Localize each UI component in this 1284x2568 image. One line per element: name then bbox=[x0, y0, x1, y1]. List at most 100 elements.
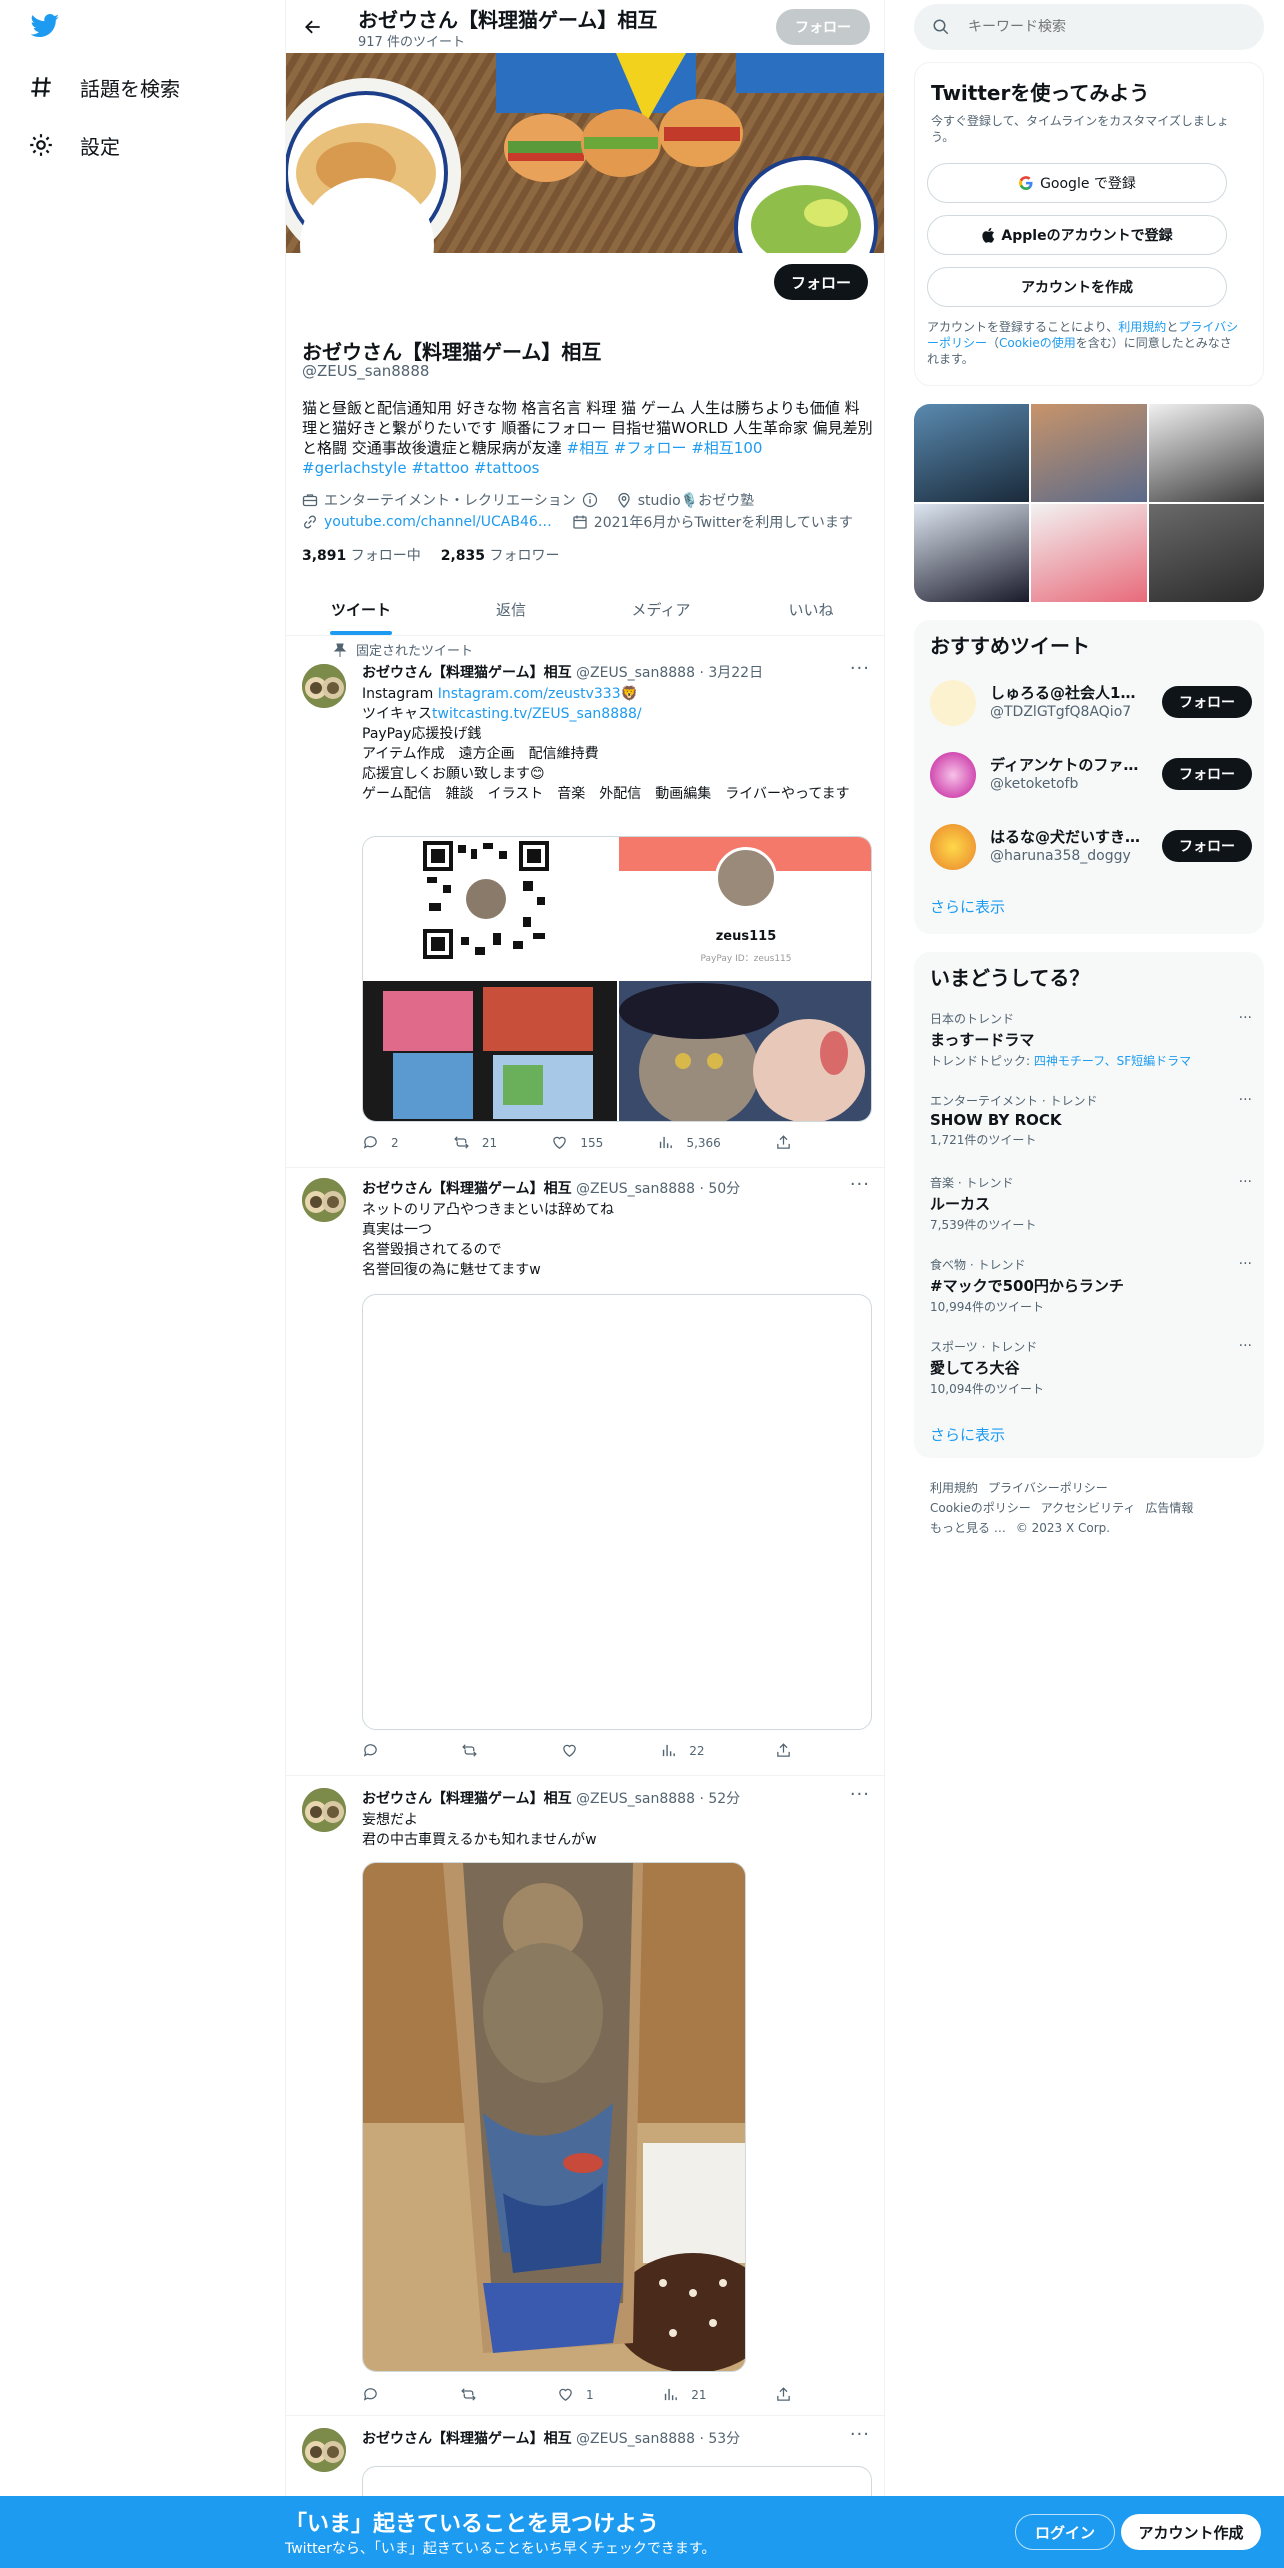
tweet-more-icon[interactable]: ··· bbox=[850, 1784, 870, 1805]
avatar[interactable] bbox=[930, 824, 976, 870]
footer-accessibility-link[interactable]: アクセシビリティ bbox=[1041, 1501, 1136, 1515]
trend-item[interactable]: 食べ物 · トレンド #マックで500円からランチ 10,994件のツイート ·… bbox=[930, 1256, 1252, 1315]
media-thumbnail[interactable] bbox=[1031, 404, 1147, 502]
back-button[interactable] bbox=[296, 10, 330, 44]
tweet-handle-time[interactable]: @ZEUS_san8888 · 53分 bbox=[576, 2431, 740, 2447]
terms-link[interactable]: 利用規約 bbox=[1118, 320, 1166, 334]
recommended-user[interactable]: しゅろる@社会人1… @TDZlGTgfQ8AQio7 フォロー bbox=[930, 672, 1252, 732]
share-button[interactable] bbox=[775, 1742, 792, 1759]
media-thumbnail[interactable] bbox=[914, 504, 1030, 602]
trend-item[interactable]: エンターテイメント · トレンド SHOW BY ROCK 1,721件のツイー… bbox=[930, 1092, 1252, 1148]
tweet-handle-time[interactable]: @ZEUS_san8888 · 3月22日 bbox=[576, 665, 763, 681]
reply-button[interactable]: 2 bbox=[362, 1134, 399, 1151]
tweet-item[interactable]: おゼウさん【料理猫ゲーム】相互 @ZEUS_san8888 · 50分 ··· … bbox=[286, 1168, 884, 1776]
profile-follow-button[interactable]: フォロー bbox=[774, 264, 868, 300]
share-button[interactable] bbox=[775, 1134, 792, 1151]
nav-settings[interactable]: 設定 bbox=[28, 125, 120, 165]
tweet-more-icon[interactable]: ··· bbox=[850, 1174, 870, 1195]
media-thumbnail[interactable] bbox=[1148, 404, 1264, 502]
tweet-item[interactable]: おゼウさん【料理猫ゲーム】相互 @ZEUS_san8888 · 52分 ··· … bbox=[286, 1776, 884, 2416]
topbar-follow-button[interactable]: フォロー bbox=[776, 9, 870, 45]
recommended-user[interactable]: はるな@犬だいすき… @haruna358_doggy フォロー bbox=[930, 816, 1252, 876]
trend-more-icon[interactable]: ··· bbox=[1239, 1092, 1252, 1108]
tweet-handle-time[interactable]: @ZEUS_san8888 · 52分 bbox=[576, 1791, 740, 1807]
tweet-avatar[interactable] bbox=[302, 1178, 346, 1222]
tweet-item[interactable]: おゼウさん【料理猫ゲーム】相互 @ZEUS_san8888 · 3月22日 ··… bbox=[286, 656, 884, 1168]
login-button[interactable]: ログイン bbox=[1015, 2514, 1115, 2550]
follow-button[interactable]: フォロー bbox=[1162, 758, 1252, 790]
avatar[interactable] bbox=[930, 752, 976, 798]
following-link[interactable]: 3,891 フォロー中 bbox=[302, 545, 421, 565]
cat-selfie-photo[interactable] bbox=[619, 981, 871, 1121]
retweet-button[interactable]: 21 bbox=[453, 1134, 497, 1151]
views-button[interactable]: 5,366 bbox=[657, 1134, 721, 1151]
trend-item[interactable]: スポーツ · トレンド 愛してろ大谷 10,094件のツイート ··· bbox=[930, 1338, 1252, 1397]
reply-button[interactable] bbox=[362, 1742, 391, 1759]
like-button[interactable]: 155 bbox=[551, 1134, 603, 1151]
bio-hashtags-2[interactable]: #gerlachstyle #tattoo #tattoos bbox=[302, 459, 539, 477]
tweet-avatar[interactable] bbox=[302, 1788, 346, 1832]
share-button[interactable] bbox=[775, 2386, 792, 2403]
apple-signup-button[interactable]: Appleのアカウントで登録 bbox=[927, 215, 1227, 255]
paypay-profile-image[interactable]: zeus115 PayPay ID：zeus115 bbox=[619, 837, 871, 979]
trends-show-more-link[interactable]: さらに表示 bbox=[930, 1424, 1005, 1445]
show-more-link[interactable]: さらに表示 bbox=[930, 896, 1005, 917]
views-button[interactable]: 21 bbox=[662, 2386, 706, 2403]
recommended-user[interactable]: ディアンケトのファ… @ketoketofb フォロー bbox=[930, 744, 1252, 804]
tweet-more-icon[interactable]: ··· bbox=[850, 658, 870, 679]
trend-topic-link[interactable]: 四神モチーフ、SF短編ドラマ bbox=[1034, 1054, 1191, 1068]
tattoo-photo[interactable] bbox=[362, 1862, 746, 2372]
footer-privacy-link[interactable]: プライバシーポリシー bbox=[988, 1481, 1108, 1495]
footer-more-link[interactable]: もっと見る … bbox=[930, 1521, 1006, 1535]
like-button[interactable] bbox=[561, 1742, 590, 1759]
tweet-link[interactable]: twitcasting.tv/ZEUS_san8888/ bbox=[432, 706, 642, 722]
info-icon[interactable] bbox=[582, 492, 598, 508]
create-account-button[interactable]: アカウントを作成 bbox=[927, 267, 1227, 307]
search-box[interactable] bbox=[914, 4, 1264, 50]
trend-more-icon[interactable]: ··· bbox=[1239, 1338, 1252, 1354]
tweet-media-placeholder[interactable] bbox=[362, 1294, 872, 1730]
footer-cookie-link[interactable]: Cookieのポリシー bbox=[930, 1501, 1031, 1515]
qr-code-image[interactable] bbox=[363, 837, 617, 979]
footer-terms-link[interactable]: 利用規約 bbox=[930, 1481, 978, 1495]
tweet-more-icon[interactable]: ··· bbox=[850, 2424, 870, 2445]
tab-replies[interactable]: 返信 bbox=[436, 583, 586, 635]
profile-url[interactable]: youtube.com/channel/UCAB46… bbox=[324, 514, 552, 530]
bio-hashtags[interactable]: #相互 #フォロー #相互100 bbox=[567, 439, 763, 457]
trend-more-icon[interactable]: ··· bbox=[1239, 1010, 1252, 1026]
nav-explore[interactable]: 話題を検索 bbox=[28, 67, 180, 107]
cards-photo[interactable] bbox=[363, 981, 617, 1121]
tweet-author-name[interactable]: おゼウさん【料理猫ゲーム】相互 bbox=[362, 1181, 572, 1197]
tab-media[interactable]: メディア bbox=[586, 583, 736, 635]
tweet-author-name[interactable]: おゼウさん【料理猫ゲーム】相互 bbox=[362, 2431, 572, 2447]
search-input[interactable] bbox=[968, 19, 1238, 35]
tweet-link[interactable]: Instagram.com/zeustv333 bbox=[438, 686, 621, 702]
tweet-author-name[interactable]: おゼウさん【料理猫ゲーム】相互 bbox=[362, 665, 572, 681]
retweet-button[interactable] bbox=[460, 2386, 489, 2403]
follow-button[interactable]: フォロー bbox=[1162, 686, 1252, 718]
media-thumbnail[interactable] bbox=[914, 404, 1030, 502]
trend-more-icon[interactable]: ··· bbox=[1239, 1256, 1252, 1272]
avatar[interactable] bbox=[930, 680, 976, 726]
tweet-author-name[interactable]: おゼウさん【料理猫ゲーム】相互 bbox=[362, 1791, 572, 1807]
trend-more-icon[interactable]: ··· bbox=[1239, 1174, 1252, 1190]
trend-item[interactable]: 日本のトレンド まっすードラマ トレンドトピック: 四神モチーフ、SF短編ドラマ… bbox=[930, 1010, 1252, 1069]
tweet-avatar[interactable] bbox=[302, 2428, 346, 2472]
reply-button[interactable] bbox=[362, 2386, 391, 2403]
tab-tweets[interactable]: ツイート bbox=[286, 583, 436, 635]
retweet-button[interactable] bbox=[461, 1742, 490, 1759]
views-button[interactable]: 22 bbox=[660, 1742, 705, 1759]
cookie-link[interactable]: Cookieの使用 bbox=[999, 336, 1076, 350]
media-thumbnail[interactable] bbox=[1031, 504, 1147, 602]
like-button[interactable]: 1 bbox=[557, 2386, 594, 2403]
trend-item[interactable]: 音楽 · トレンド ルーカス 7,539件のツイート ··· bbox=[930, 1174, 1252, 1233]
twitter-logo-icon[interactable] bbox=[30, 14, 60, 38]
followers-link[interactable]: 2,835 フォロワー bbox=[441, 545, 560, 565]
footer-ads-link[interactable]: 広告情報 bbox=[1145, 1501, 1193, 1515]
tweet-avatar[interactable] bbox=[302, 664, 346, 708]
media-thumbnail[interactable] bbox=[1148, 504, 1264, 602]
signup-button[interactable]: アカウント作成 bbox=[1121, 2514, 1261, 2550]
tweet-media-grid[interactable]: zeus115 PayPay ID：zeus115 bbox=[362, 836, 872, 1122]
follow-button[interactable]: フォロー bbox=[1162, 830, 1252, 862]
profile-avatar[interactable] bbox=[300, 178, 434, 312]
